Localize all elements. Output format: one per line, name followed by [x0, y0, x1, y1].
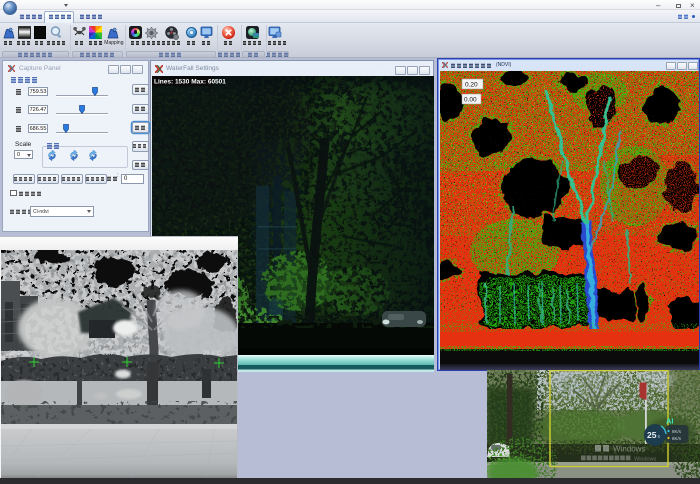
svg-text:8K/s: 8K/s — [672, 436, 682, 441]
svg-text:Lines: 1530 Max: 60501: Lines: 1530 Max: 60501 — [154, 79, 226, 86]
svg-text:8K/s: 8K/s — [672, 429, 682, 434]
svg-text:AI: AI — [666, 417, 674, 426]
svg-text:29.7°C: 29.7°C — [102, 351, 121, 357]
svg-text:Windows: Windows — [634, 457, 657, 463]
svg-text:29.8°C: 29.8°C — [203, 351, 222, 357]
svg-text:0.00: 0.00 — [464, 97, 477, 104]
svg-text:Windows: Windows — [613, 445, 645, 454]
svg-text:0.20: 0.20 — [465, 82, 478, 89]
svg-text:29.2°C: 29.2°C — [9, 351, 28, 357]
svg-text:25: 25 — [647, 430, 657, 440]
